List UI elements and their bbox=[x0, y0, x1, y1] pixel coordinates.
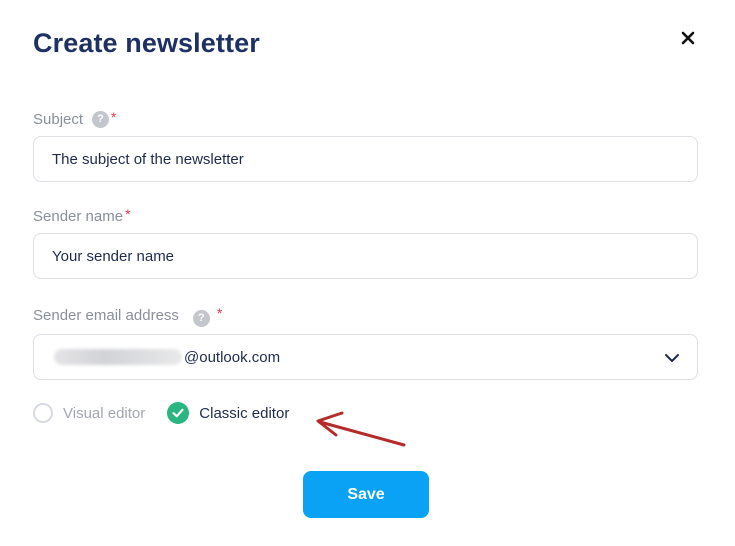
sender-email-select[interactable]: @outlook.com bbox=[33, 334, 698, 380]
sender-name-label-row: Sender name * bbox=[33, 205, 131, 226]
close-icon bbox=[681, 31, 695, 45]
required-marker: * bbox=[216, 304, 223, 321]
save-button[interactable]: Save bbox=[303, 471, 429, 518]
annotation-arrow-icon bbox=[316, 411, 406, 447]
radio-label: Visual editor bbox=[63, 404, 146, 422]
sender-email-domain: @outlook.com bbox=[184, 348, 281, 366]
radio-unchecked-icon bbox=[33, 403, 53, 423]
subject-label-row: Subject ? * bbox=[33, 108, 117, 128]
help-icon[interactable]: ? bbox=[92, 111, 110, 128]
radio-label: Classic editor bbox=[199, 404, 290, 422]
help-icon[interactable]: ? bbox=[192, 310, 210, 327]
subject-input-value: The subject of the newsletter bbox=[52, 150, 244, 168]
radio-visual-editor[interactable]: Visual editor bbox=[33, 403, 145, 423]
required-marker: * bbox=[111, 108, 117, 125]
subject-label: Subject bbox=[33, 111, 84, 128]
create-newsletter-modal: Create newsletter Subject ? * The subjec… bbox=[0, 0, 735, 546]
redacted-email-username bbox=[54, 349, 182, 365]
sender-name-input-value: Your sender name bbox=[52, 247, 175, 265]
checkmark-icon bbox=[167, 402, 190, 424]
sender-email-label: Sender email address bbox=[33, 307, 179, 324]
editor-type-radio-group: Visual editor Classic editor bbox=[33, 402, 289, 424]
chevron-down-icon bbox=[665, 354, 679, 362]
required-marker: * bbox=[125, 205, 131, 222]
modal-title: Create newsletter bbox=[33, 28, 260, 58]
subject-input[interactable]: The subject of the newsletter bbox=[33, 136, 698, 182]
sender-name-input[interactable]: Your sender name bbox=[33, 233, 698, 279]
radio-classic-editor[interactable]: Classic editor bbox=[167, 402, 289, 424]
sender-email-label-row: Sender email address ? * bbox=[33, 304, 222, 327]
close-button[interactable] bbox=[676, 26, 700, 50]
sender-name-label: Sender name bbox=[33, 208, 124, 225]
